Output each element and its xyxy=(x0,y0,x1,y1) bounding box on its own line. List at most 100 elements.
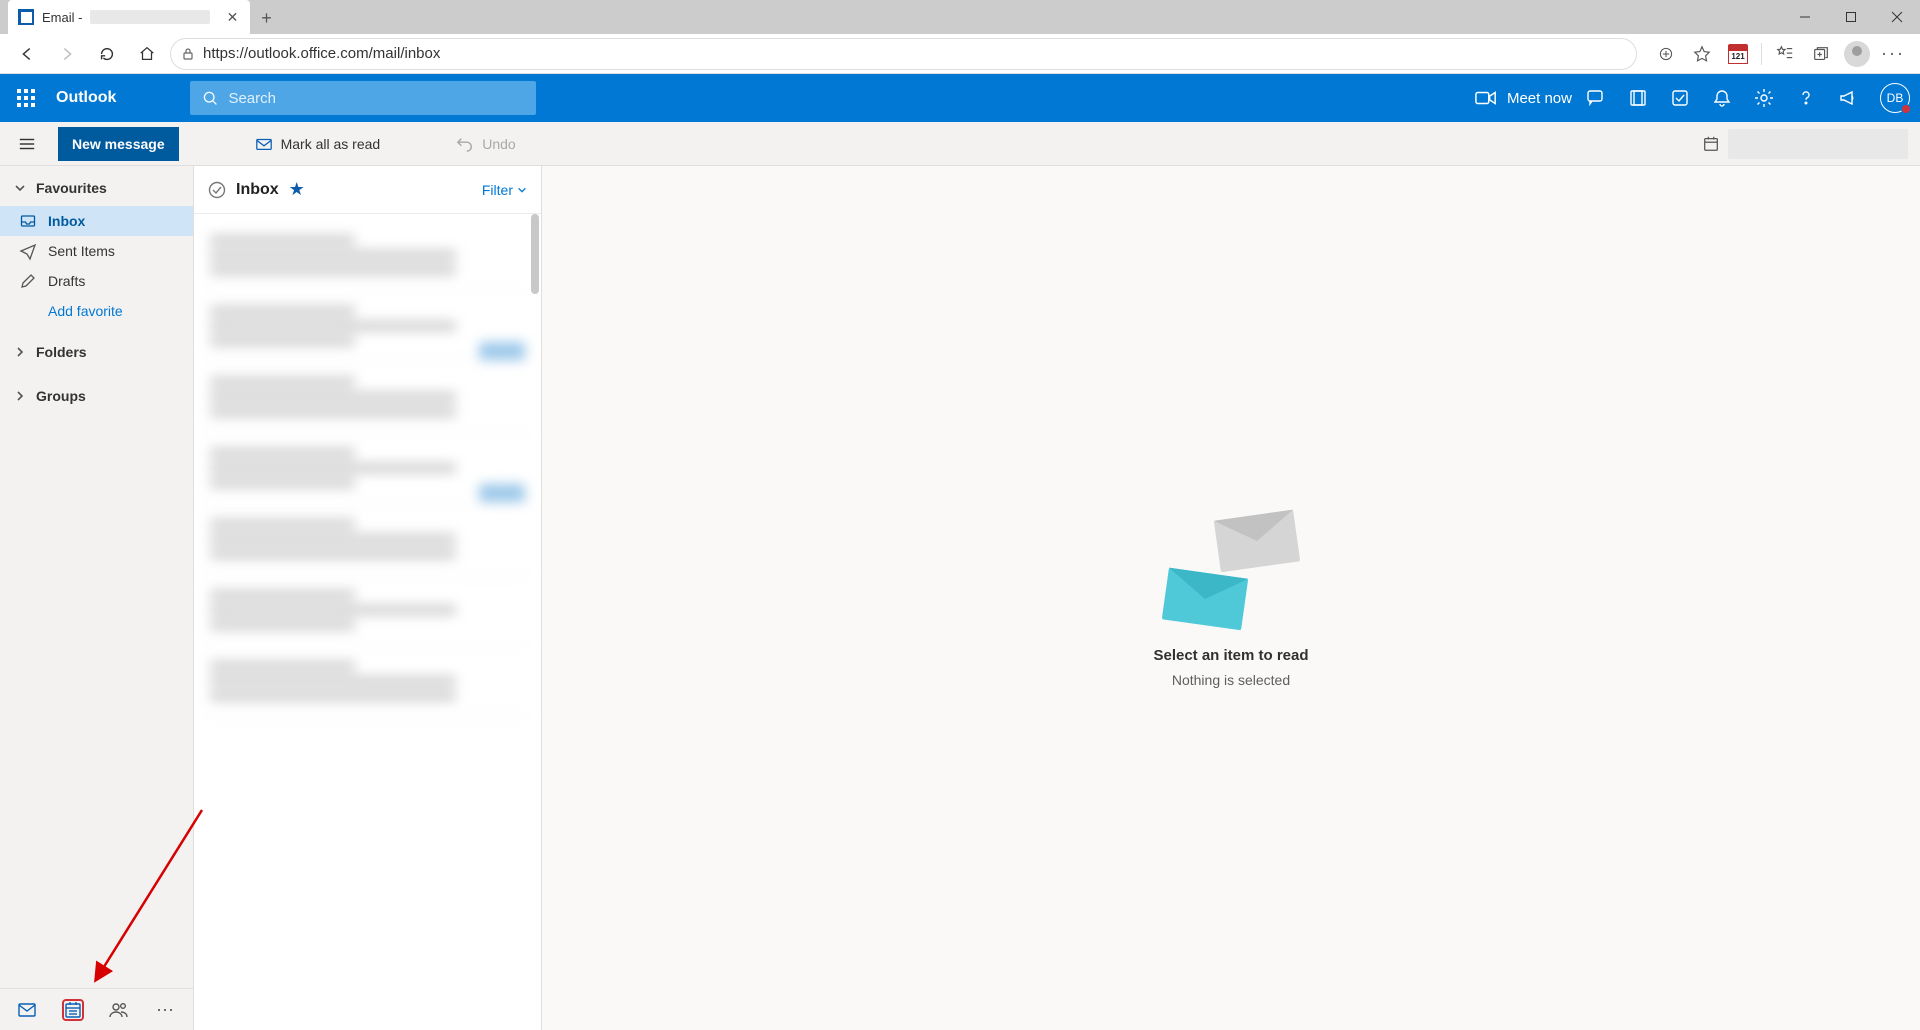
undo-label: Undo xyxy=(482,136,515,152)
nav-home-button[interactable] xyxy=(130,37,164,71)
me-initials: DB xyxy=(1887,91,1904,105)
module-mail-button[interactable] xyxy=(16,999,38,1021)
message-item-redacted[interactable] xyxy=(204,575,531,646)
nav-item-label: Inbox xyxy=(48,213,85,229)
module-calendar-button[interactable] xyxy=(62,999,84,1021)
outlook-favicon-icon xyxy=(18,9,34,25)
chevron-down-icon xyxy=(14,182,26,194)
new-tab-button[interactable]: + xyxy=(250,2,282,34)
calendar-extension-icon[interactable]: 121 xyxy=(1721,37,1755,71)
tab-close-icon[interactable]: ✕ xyxy=(224,9,240,25)
browser-tab[interactable]: Email - ✕ xyxy=(8,0,250,34)
browser-menu-button[interactable]: ··· xyxy=(1876,37,1910,71)
favourites-label: Favourites xyxy=(36,180,107,196)
notifications-icon[interactable] xyxy=(1712,88,1732,108)
reading-pane: Select an item to read Nothing is select… xyxy=(542,166,1920,1030)
empty-state-heading: Select an item to read xyxy=(1153,647,1308,664)
folder-nav: Favourites Inbox Sent Items Drafts Add f… xyxy=(0,166,194,1030)
select-all-icon[interactable] xyxy=(208,181,226,199)
message-list-header: Inbox ★ Filter xyxy=(194,166,541,214)
message-item-redacted[interactable] xyxy=(204,504,531,575)
favourites-header[interactable]: Favourites xyxy=(0,170,193,206)
toolbar-divider xyxy=(1761,43,1762,65)
nav-forward-button[interactable] xyxy=(50,37,84,71)
folders-label: Folders xyxy=(36,344,87,360)
module-switcher: ··· xyxy=(0,988,193,1030)
folders-header[interactable]: Folders xyxy=(0,334,193,370)
window-minimize-button[interactable] xyxy=(1782,0,1828,34)
help-icon[interactable] xyxy=(1796,88,1816,108)
filter-label: Filter xyxy=(482,182,513,198)
add-page-button[interactable] xyxy=(1649,37,1683,71)
groups-header[interactable]: Groups xyxy=(0,378,193,414)
brand-label[interactable]: Outlook xyxy=(56,89,116,107)
search-box[interactable] xyxy=(190,81,536,115)
message-item-redacted[interactable] xyxy=(204,362,531,433)
app-launcher-button[interactable] xyxy=(10,82,42,114)
calendar-peek-icon[interactable] xyxy=(1702,135,1720,153)
search-icon xyxy=(202,90,218,106)
favorites-list-button[interactable] xyxy=(1768,37,1802,71)
module-people-button[interactable] xyxy=(108,999,130,1021)
search-input[interactable] xyxy=(228,90,524,107)
message-item-redacted[interactable] xyxy=(204,433,531,504)
browser-titlebar: Email - ✕ + xyxy=(0,0,1920,34)
new-message-button[interactable]: New message xyxy=(58,127,179,161)
add-favorite-link[interactable]: Add favorite xyxy=(0,296,193,326)
command-bar: New message Mark all as read Undo xyxy=(0,122,1920,166)
send-icon xyxy=(20,243,36,259)
window: Email - ✕ + https://outlook.office.com/m… xyxy=(0,0,1920,1030)
window-close-button[interactable] xyxy=(1874,0,1920,34)
main-area: Favourites Inbox Sent Items Drafts Add f… xyxy=(0,166,1920,1030)
meet-now-label: Meet now xyxy=(1507,90,1572,107)
message-item-redacted[interactable] xyxy=(204,220,531,291)
mark-all-read-label: Mark all as read xyxy=(281,136,381,152)
envelope-grey-icon xyxy=(1214,509,1300,572)
profile-button[interactable] xyxy=(1840,37,1874,71)
nav-item-sent[interactable]: Sent Items xyxy=(0,236,193,266)
groups-label: Groups xyxy=(36,388,86,404)
window-buttons xyxy=(1782,0,1920,34)
chevron-down-icon xyxy=(517,185,527,195)
favorite-star-icon[interactable]: ★ xyxy=(289,179,305,200)
teams-chat-icon[interactable] xyxy=(1586,88,1606,108)
scrollbar-thumb[interactable] xyxy=(531,214,539,294)
message-item-redacted[interactable] xyxy=(204,291,531,362)
module-more-button[interactable]: ··· xyxy=(154,999,176,1021)
nav-item-inbox[interactable]: Inbox xyxy=(0,206,193,236)
envelope-teal-icon xyxy=(1162,567,1248,630)
suitebar-icons: DB xyxy=(1586,83,1910,113)
message-item-redacted[interactable] xyxy=(204,646,531,717)
nav-refresh-button[interactable] xyxy=(90,37,124,71)
nav-item-label: Sent Items xyxy=(48,243,115,259)
tips-icon[interactable] xyxy=(1670,88,1690,108)
address-url: https://outlook.office.com/mail/inbox xyxy=(203,45,440,62)
mark-all-read-button[interactable]: Mark all as read xyxy=(255,135,381,153)
chevron-right-icon xyxy=(14,390,26,402)
meet-now-button[interactable]: Meet now xyxy=(1475,90,1572,107)
my-day-icon[interactable] xyxy=(1628,88,1648,108)
window-maximize-button[interactable] xyxy=(1828,0,1874,34)
filter-button[interactable]: Filter xyxy=(482,182,527,198)
suite-bar: Outlook Meet now DB xyxy=(0,74,1920,122)
chevron-right-icon xyxy=(14,346,26,358)
empty-state-sub: Nothing is selected xyxy=(1172,672,1290,688)
empty-state-illustration xyxy=(1161,509,1301,629)
favorite-star-button[interactable] xyxy=(1685,37,1719,71)
browser-toolbar: https://outlook.office.com/mail/inbox 12… xyxy=(0,34,1920,74)
undo-button[interactable]: Undo xyxy=(456,135,515,153)
inbox-icon xyxy=(20,213,36,229)
address-bar[interactable]: https://outlook.office.com/mail/inbox xyxy=(170,38,1637,70)
browser-right-icons: 121 ··· xyxy=(1649,37,1910,71)
collections-button[interactable] xyxy=(1804,37,1838,71)
tab-title-prefix: Email - xyxy=(42,10,82,25)
nav-back-button[interactable] xyxy=(10,37,44,71)
nav-toggle-button[interactable] xyxy=(12,129,42,159)
message-list-pane: Inbox ★ Filter xyxy=(194,166,542,1030)
nav-item-drafts[interactable]: Drafts xyxy=(0,266,193,296)
settings-icon[interactable] xyxy=(1754,88,1774,108)
megaphone-icon[interactable] xyxy=(1838,88,1858,108)
waffle-icon xyxy=(17,89,35,107)
message-list[interactable] xyxy=(194,214,541,1030)
me-avatar[interactable]: DB xyxy=(1880,83,1910,113)
